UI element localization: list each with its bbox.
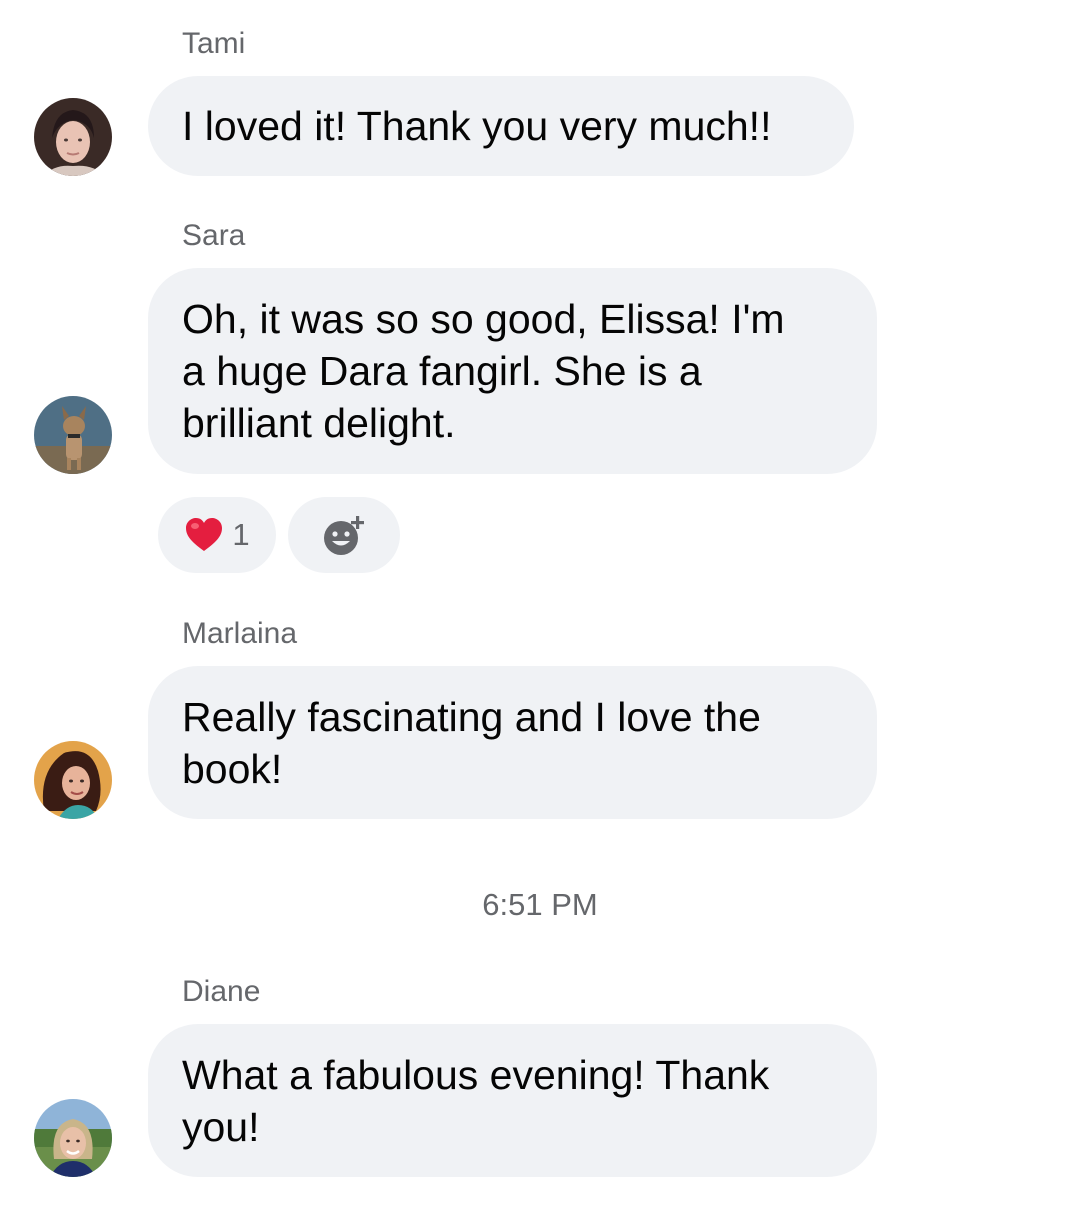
reaction-count: 1 bbox=[232, 517, 250, 552]
message-text: What a fabulous evening! Thank you! bbox=[182, 1051, 770, 1150]
heart-reaction-pill[interactable]: 1 bbox=[158, 497, 276, 573]
message-text: I loved it! Thank you very much!! bbox=[182, 103, 772, 149]
sender-name[interactable]: Sara bbox=[182, 218, 245, 254]
message-text: Really fascinating and I love the book! bbox=[182, 693, 761, 792]
message-bubble[interactable]: Really fascinating and I love the book! bbox=[148, 666, 877, 819]
sender-name[interactable]: Diane bbox=[182, 974, 260, 1010]
add-reaction-button[interactable] bbox=[288, 497, 400, 573]
message-text: Oh, it was so so good, Elissa! I'm a hug… bbox=[182, 296, 785, 446]
avatar[interactable] bbox=[34, 98, 112, 176]
sender-name[interactable]: Tami bbox=[182, 26, 245, 62]
sender-name[interactable]: Marlaina bbox=[182, 616, 297, 652]
avatar[interactable] bbox=[34, 396, 112, 474]
heart-icon bbox=[186, 518, 223, 551]
message-bubble[interactable]: What a fabulous evening! Thank you! bbox=[148, 1024, 877, 1177]
message-bubble[interactable]: Oh, it was so so good, Elissa! I'm a hug… bbox=[148, 268, 877, 474]
add-reaction-icon bbox=[324, 516, 364, 555]
timestamp: 6:51 PM bbox=[482, 887, 598, 922]
message-bubble[interactable]: I loved it! Thank you very much!! bbox=[148, 76, 854, 176]
avatar[interactable] bbox=[34, 1099, 112, 1177]
avatar[interactable] bbox=[34, 741, 112, 819]
